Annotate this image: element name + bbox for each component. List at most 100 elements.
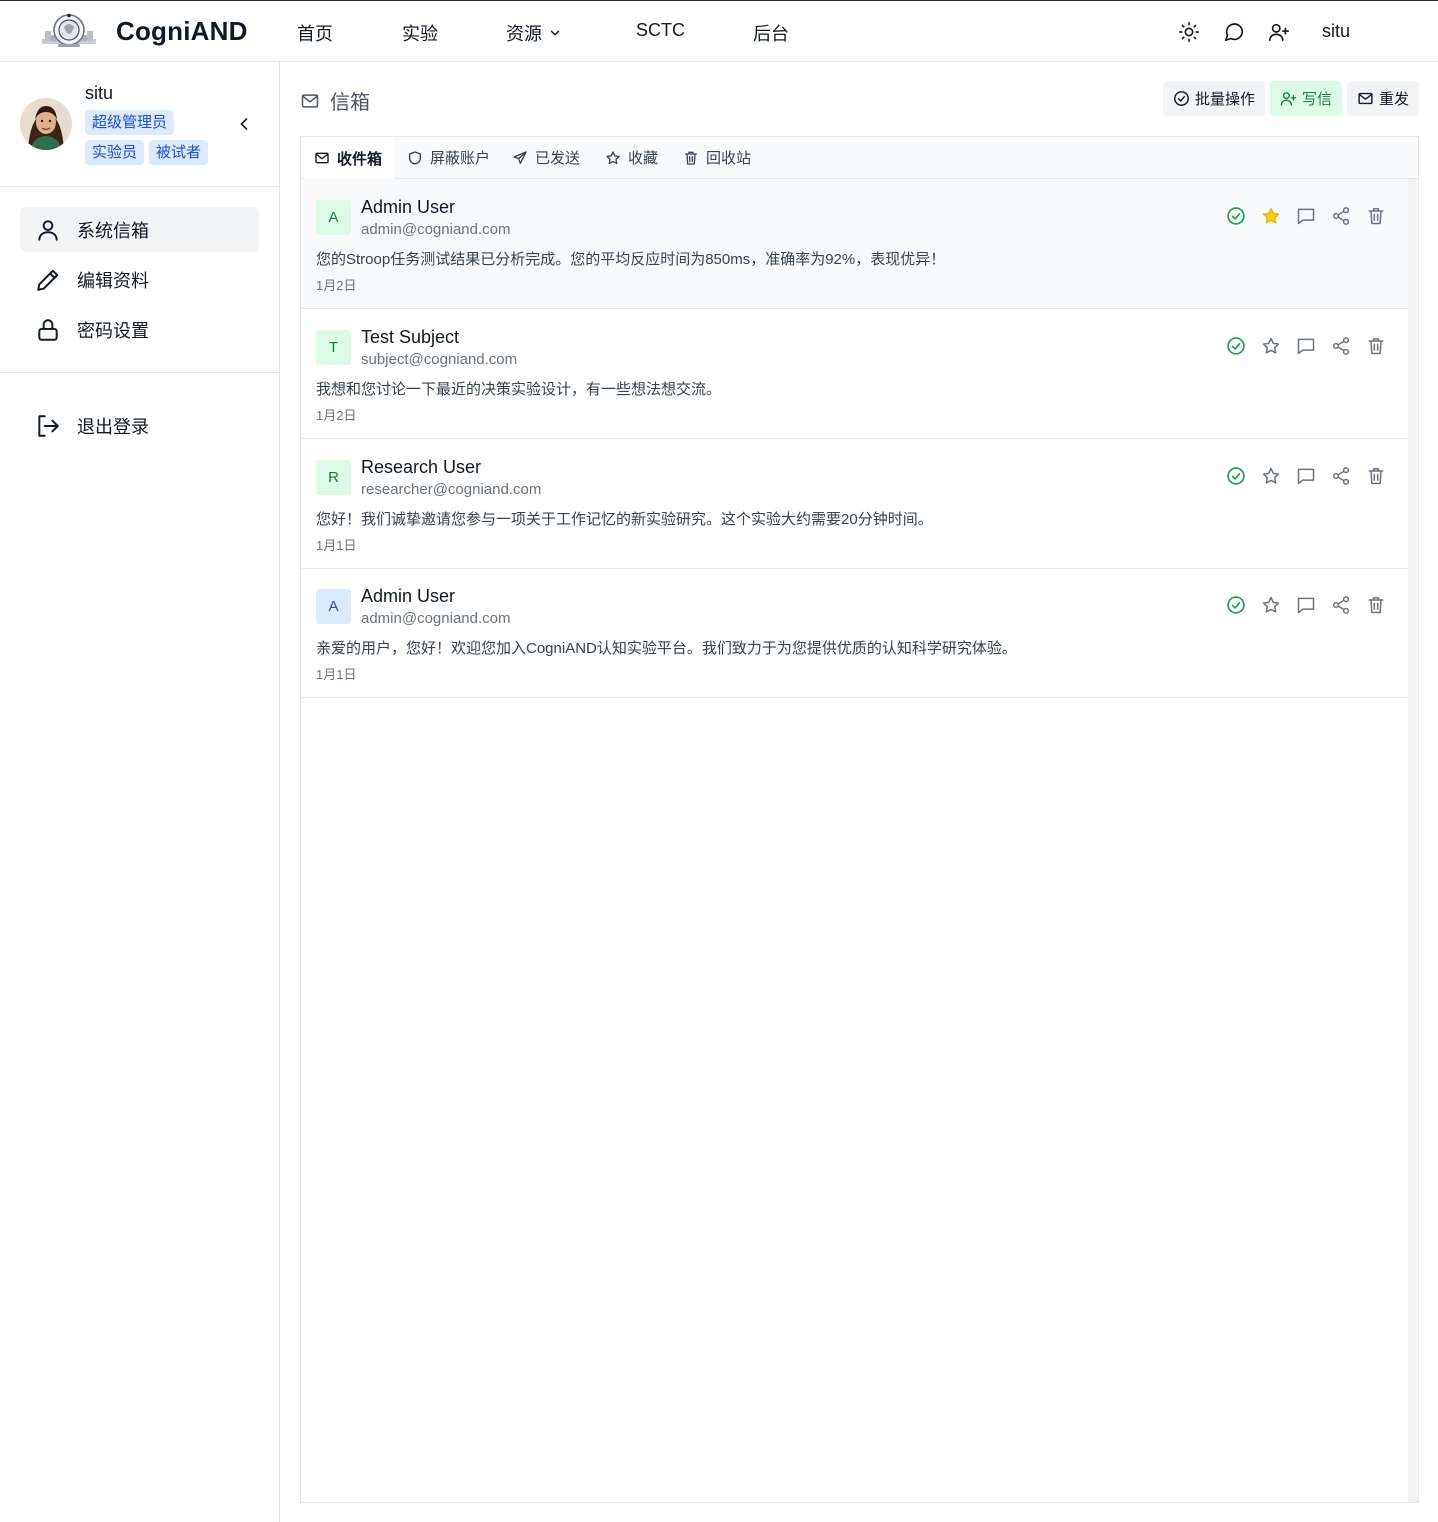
lock-icon <box>38 318 58 341</box>
tab-inbox[interactable]: 收件箱 <box>304 137 394 179</box>
chat-bubble-icon[interactable] <box>1223 21 1245 43</box>
trash-icon[interactable] <box>1366 336 1386 356</box>
reply-icon[interactable] <box>1296 336 1316 356</box>
share-icon[interactable] <box>1331 336 1351 356</box>
sender-email: subject@cogniand.com <box>361 351 518 368</box>
sidebar-item-edit-profile[interactable]: 编辑资料 <box>20 257 259 302</box>
tab-sent[interactable]: 已发送 <box>502 137 590 178</box>
sender-name: Test Subject <box>361 327 460 347</box>
nav-sctc[interactable]: SCTC <box>636 20 685 41</box>
sender-avatar: R <box>316 460 351 495</box>
role-badge-subject: 被试者 <box>149 140 209 165</box>
message-row[interactable]: A Admin User admin@cogniand.com 亲爱的用户，您好… <box>301 568 1408 698</box>
role-badge-superadmin: 超级管理员 <box>85 110 175 135</box>
star-filled-icon[interactable] <box>1261 206 1281 226</box>
sender-avatar: A <box>316 200 351 235</box>
share-icon[interactable] <box>1331 466 1351 486</box>
page-title: 信箱 <box>300 86 370 115</box>
logout-button[interactable]: 退出登录 <box>20 403 259 448</box>
top-header: CogniAND 首页 实验 资源 SCTC 后台 situ <box>0 0 1438 62</box>
star-icon[interactable] <box>1261 466 1281 486</box>
mail-icon <box>1358 92 1373 105</box>
trash-icon[interactable] <box>1366 206 1386 226</box>
header-username[interactable]: situ <box>1322 21 1350 42</box>
brand-title[interactable]: CogniAND <box>116 16 248 47</box>
reply-icon[interactable] <box>1296 595 1316 615</box>
mail-icon <box>301 93 319 108</box>
message-date: 1月1日 <box>316 667 357 682</box>
message-actions <box>1226 206 1386 226</box>
reply-icon[interactable] <box>1296 466 1316 486</box>
star-icon <box>606 150 620 164</box>
share-icon[interactable] <box>1331 595 1351 615</box>
sidebar-divider <box>0 186 279 187</box>
compose-button[interactable]: 写信 <box>1270 81 1342 116</box>
cogniand-logo[interactable] <box>40 13 98 51</box>
shield-icon <box>409 150 421 165</box>
scrollbar[interactable] <box>1408 179 1418 1502</box>
message-preview: 我想和您讨论一下最近的决策实验设计，有一些想法想交流。 <box>316 381 722 398</box>
message-date: 1月1日 <box>316 538 357 553</box>
pencil-icon <box>37 269 59 291</box>
mailbox-tabs: 收件箱 屏蔽账户 已发送 收藏 回收站 <box>301 137 1418 179</box>
message-actions <box>1226 595 1386 615</box>
star-icon[interactable] <box>1261 595 1281 615</box>
tab-blocked[interactable]: 屏蔽账户 <box>397 137 500 178</box>
star-icon[interactable] <box>1261 336 1281 356</box>
send-icon <box>513 150 527 164</box>
profile-name: situ <box>85 83 114 103</box>
sidebar-item-label: 系统信箱 <box>77 220 149 241</box>
trash-icon[interactable] <box>1366 466 1386 486</box>
trash-icon <box>685 151 697 165</box>
check-circle-icon[interactable] <box>1226 466 1246 486</box>
message-preview: 亲爱的用户，您好！欢迎您加入CogniAND认知实验平台。我们致力于为您提供优质… <box>316 640 1017 657</box>
sender-avatar: T <box>316 330 351 365</box>
sidebar-item-label: 编辑资料 <box>77 270 149 291</box>
role-badge-experimenter: 实验员 <box>85 140 145 165</box>
mail-icon <box>315 152 329 164</box>
logout-icon <box>38 414 59 437</box>
message-preview: 您好！我们诚挚邀请您参与一项关于工作记忆的新实验研究。这个实验大约需要20分钟时… <box>316 511 933 528</box>
message-actions <box>1226 336 1386 356</box>
user-plus-icon <box>1280 92 1297 106</box>
user-plus-icon[interactable] <box>1268 21 1290 43</box>
nav-experiments[interactable]: 实验 <box>402 20 438 46</box>
check-circle-icon[interactable] <box>1226 595 1246 615</box>
share-icon[interactable] <box>1331 206 1351 226</box>
sidebar-divider <box>0 372 279 373</box>
message-preview: 您的Stroop任务测试结果已分析完成。您的平均反应时间为850ms，准确率为9… <box>316 251 946 268</box>
message-date: 1月2日 <box>316 278 357 293</box>
sidebar: situ 超级管理员 实验员 被试者 系统信箱 编辑资料 密码设置 退出登录 <box>0 62 280 1522</box>
sender-name: Admin User <box>361 197 456 217</box>
reply-icon[interactable] <box>1296 206 1316 226</box>
sidebar-item-mailbox[interactable]: 系统信箱 <box>20 207 259 252</box>
avatar[interactable] <box>20 98 72 150</box>
message-date: 1月2日 <box>316 408 357 423</box>
mailbox-panel: 收件箱 屏蔽账户 已发送 收藏 回收站 A Admin User admin@c… <box>300 136 1419 1503</box>
nav-home[interactable]: 首页 <box>297 20 333 46</box>
message-actions <box>1226 466 1386 486</box>
sidebar-item-label: 密码设置 <box>77 320 149 341</box>
sidebar-item-password[interactable]: 密码设置 <box>20 307 259 352</box>
sender-avatar: A <box>316 589 351 624</box>
sender-name: Admin User <box>361 586 456 606</box>
resend-button[interactable]: 重发 <box>1347 81 1419 116</box>
nav-admin[interactable]: 后台 <box>753 20 789 46</box>
user-icon <box>38 219 58 241</box>
tab-trash[interactable]: 回收站 <box>673 137 761 178</box>
chevron-down-icon <box>550 30 560 36</box>
message-row[interactable]: T Test Subject subject@cogniand.com 我想和您… <box>301 309 1408 439</box>
message-row[interactable]: R Research User researcher@cogniand.com … <box>301 439 1408 569</box>
sender-email: admin@cogniand.com <box>361 610 511 627</box>
batch-operation-button[interactable]: 批量操作 <box>1163 81 1265 116</box>
tab-favorites[interactable]: 收藏 <box>595 137 668 178</box>
message-row[interactable]: A Admin User admin@cogniand.com 您的Stroop… <box>301 179 1408 309</box>
sender-email: admin@cogniand.com <box>361 221 511 238</box>
trash-icon[interactable] <box>1366 595 1386 615</box>
sun-icon[interactable] <box>1178 21 1200 43</box>
check-circle-icon <box>1174 91 1189 106</box>
nav-resources[interactable]: 资源 <box>506 20 562 46</box>
check-circle-icon[interactable] <box>1226 336 1246 356</box>
chevron-left-icon[interactable] <box>234 114 254 134</box>
check-circle-icon[interactable] <box>1226 206 1246 226</box>
